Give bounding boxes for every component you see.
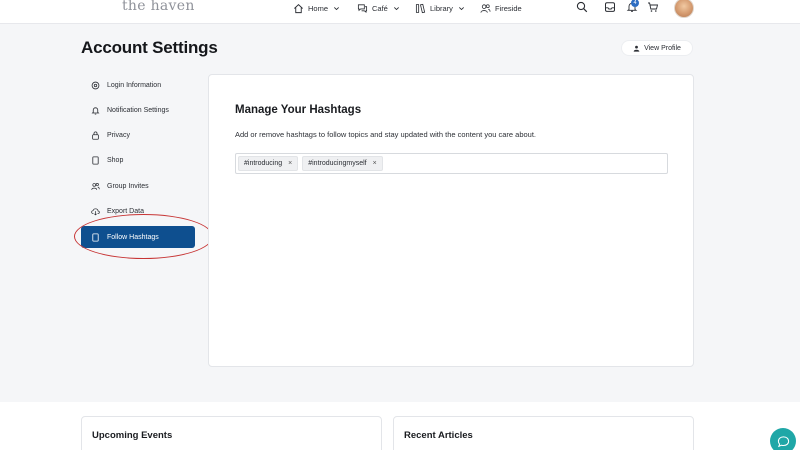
widget-title: Recent Articles bbox=[404, 430, 473, 441]
section-title: Manage Your Hashtags bbox=[235, 104, 362, 116]
gear-icon bbox=[91, 81, 100, 89]
search-icon[interactable] bbox=[576, 1, 588, 13]
sidebar-item-follow-hashtags[interactable]: Follow Hashtags bbox=[81, 226, 195, 248]
nav-fireside[interactable]: Fireside bbox=[480, 2, 522, 14]
cloud-download-icon bbox=[91, 207, 100, 215]
hashtag-chip: #introducing × bbox=[238, 156, 299, 171]
upcoming-events-widget: Upcoming Events bbox=[81, 416, 382, 450]
widget-title: Upcoming Events bbox=[92, 430, 173, 441]
sidebar-item-notification-settings[interactable]: Notification Settings bbox=[81, 99, 195, 121]
top-navigation-bar: the haven Home Café Library Fireside 4 bbox=[0, 0, 800, 24]
sidebar-item-export-data[interactable]: Export Data bbox=[81, 200, 195, 222]
recent-articles-widget: Recent Articles bbox=[393, 416, 694, 450]
nav-cafe[interactable]: Café bbox=[357, 2, 400, 14]
chat-launcher-button[interactable] bbox=[770, 428, 796, 450]
lock-icon bbox=[92, 130, 99, 140]
sidebar-item-label: Shop bbox=[107, 156, 124, 164]
view-profile-button[interactable]: View Profile bbox=[621, 40, 693, 56]
sidebar-item-label: Notification Settings bbox=[107, 106, 169, 114]
remove-hashtag-button[interactable]: × bbox=[373, 160, 377, 167]
view-profile-label: View Profile bbox=[644, 44, 681, 52]
nav-library[interactable]: Library bbox=[415, 2, 465, 14]
nav-library-label: Library bbox=[430, 3, 453, 13]
nav-home-label: Home bbox=[308, 3, 329, 13]
page-icon bbox=[92, 155, 99, 165]
remove-hashtag-button[interactable]: × bbox=[288, 160, 292, 167]
sidebar-item-label: Export Data bbox=[107, 207, 144, 215]
sidebar-item-label: Privacy bbox=[107, 131, 130, 139]
chevron-down-icon bbox=[334, 6, 340, 10]
site-logo[interactable]: the haven bbox=[122, 0, 195, 14]
sidebar-item-label: Login Information bbox=[107, 81, 162, 89]
hashtag-chip-label: #introducing bbox=[244, 160, 283, 167]
hashtag-chip-label: #introducingmyself bbox=[308, 160, 367, 167]
sidebar-item-login-information[interactable]: Login Information bbox=[81, 74, 195, 96]
sidebar-item-label: Group Invites bbox=[107, 182, 149, 190]
sidebar-item-privacy[interactable]: Privacy bbox=[81, 124, 195, 146]
hashtag-input[interactable]: #introducing × #introducingmyself × bbox=[235, 153, 668, 174]
chevron-down-icon bbox=[458, 6, 464, 10]
nav-cafe-label: Café bbox=[372, 3, 388, 13]
page-title: Account Settings bbox=[81, 38, 218, 57]
user-icon bbox=[633, 45, 640, 52]
sidebar-item-group-invites[interactable]: Group Invites bbox=[81, 175, 195, 197]
hashtags-panel: Manage Your Hashtags Add or remove hasht… bbox=[208, 74, 694, 367]
group-icon bbox=[91, 182, 100, 190]
sidebar-item-label: Follow Hashtags bbox=[107, 233, 159, 241]
bell-icon bbox=[91, 106, 100, 115]
user-avatar[interactable] bbox=[674, 0, 694, 18]
chat-icon bbox=[777, 435, 789, 447]
chevron-down-icon bbox=[393, 6, 399, 10]
people-icon bbox=[480, 3, 491, 13]
sidebar-item-shop[interactable]: Shop bbox=[81, 149, 195, 171]
inbox-icon[interactable] bbox=[604, 1, 616, 13]
section-description: Add or remove hashtags to follow topics … bbox=[235, 130, 537, 139]
page-icon bbox=[92, 232, 99, 242]
home-icon bbox=[294, 3, 303, 13]
nav-home[interactable]: Home bbox=[293, 2, 340, 14]
books-icon bbox=[415, 3, 426, 13]
hashtag-chip: #introducingmyself × bbox=[302, 156, 383, 171]
nav-fireside-label: Fireside bbox=[495, 3, 522, 13]
chat-bubbles-icon bbox=[357, 3, 368, 13]
cart-icon[interactable] bbox=[647, 1, 659, 13]
